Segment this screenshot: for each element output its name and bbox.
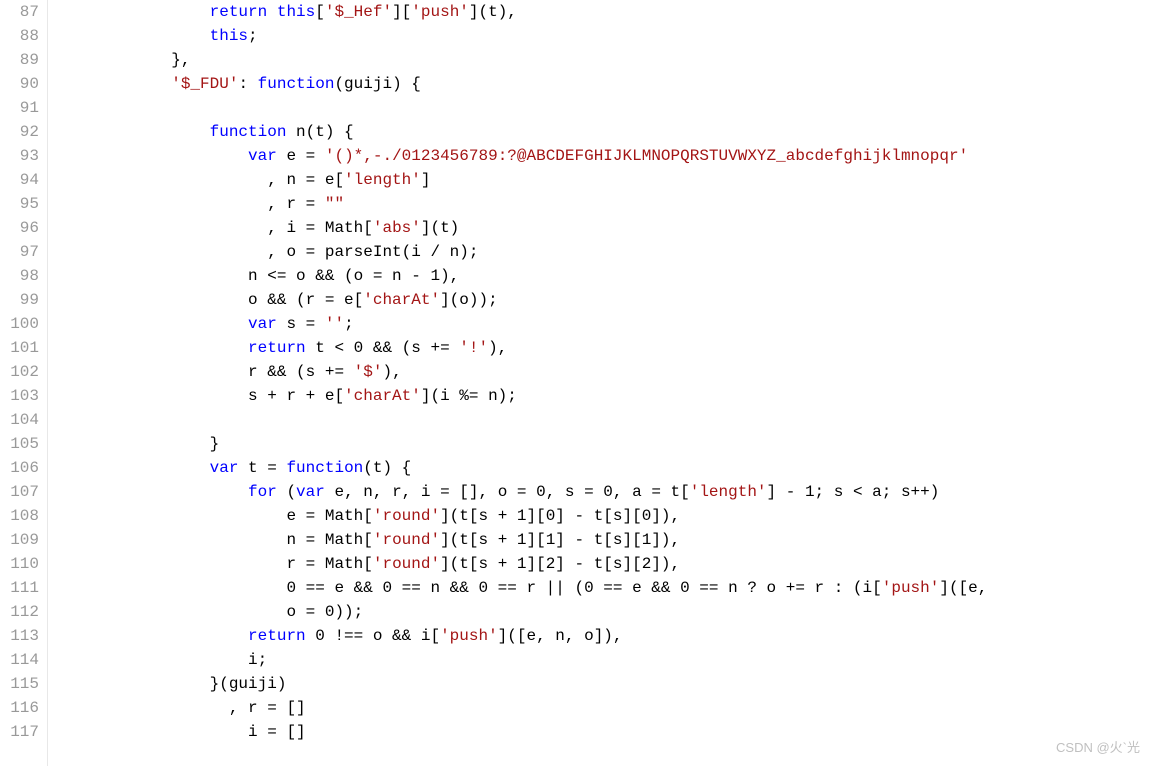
- code-line[interactable]: for (var e, n, r, i = [], o = 0, s = 0, …: [56, 480, 1158, 504]
- code-line[interactable]: this;: [56, 24, 1158, 48]
- code-line[interactable]: n <= o && (o = n - 1),: [56, 264, 1158, 288]
- code-line[interactable]: , r = "": [56, 192, 1158, 216]
- line-number: 98: [8, 264, 39, 288]
- line-number: 87: [8, 0, 39, 24]
- line-number: 112: [8, 600, 39, 624]
- line-number: 109: [8, 528, 39, 552]
- line-gutter: 8788899091929394959697989910010110210310…: [0, 0, 48, 766]
- code-line[interactable]: var t = function(t) {: [56, 456, 1158, 480]
- code-line[interactable]: '$_FDU': function(guiji) {: [56, 72, 1158, 96]
- line-number: 99: [8, 288, 39, 312]
- line-number: 116: [8, 696, 39, 720]
- line-number: 96: [8, 216, 39, 240]
- line-number: 108: [8, 504, 39, 528]
- line-number: 114: [8, 648, 39, 672]
- code-line[interactable]: r = Math['round'](t[s + 1][2] - t[s][2])…: [56, 552, 1158, 576]
- code-line[interactable]: }: [56, 432, 1158, 456]
- code-line[interactable]: [56, 408, 1158, 432]
- code-line[interactable]: i = []: [56, 720, 1158, 744]
- line-number: 107: [8, 480, 39, 504]
- line-number: 104: [8, 408, 39, 432]
- line-number: 111: [8, 576, 39, 600]
- code-line[interactable]: , o = parseInt(i / n);: [56, 240, 1158, 264]
- line-number: 103: [8, 384, 39, 408]
- code-line[interactable]: e = Math['round'](t[s + 1][0] - t[s][0])…: [56, 504, 1158, 528]
- code-area[interactable]: return this['$_Hef']['push'](t), this; }…: [48, 0, 1158, 766]
- line-number: 92: [8, 120, 39, 144]
- code-line[interactable]: o && (r = e['charAt'](o));: [56, 288, 1158, 312]
- code-line[interactable]: , r = []: [56, 696, 1158, 720]
- line-number: 95: [8, 192, 39, 216]
- line-number: 105: [8, 432, 39, 456]
- code-line[interactable]: i;: [56, 648, 1158, 672]
- code-line[interactable]: return t < 0 && (s += '!'),: [56, 336, 1158, 360]
- code-line[interactable]: [56, 96, 1158, 120]
- code-line[interactable]: }(guiji): [56, 672, 1158, 696]
- line-number: 106: [8, 456, 39, 480]
- code-line[interactable]: return this['$_Hef']['push'](t),: [56, 0, 1158, 24]
- line-number: 90: [8, 72, 39, 96]
- line-number: 93: [8, 144, 39, 168]
- code-line[interactable]: var e = '()*,-./0123456789:?@ABCDEFGHIJK…: [56, 144, 1158, 168]
- code-line[interactable]: , i = Math['abs'](t): [56, 216, 1158, 240]
- line-number: 91: [8, 96, 39, 120]
- line-number: 88: [8, 24, 39, 48]
- line-number: 94: [8, 168, 39, 192]
- line-number: 101: [8, 336, 39, 360]
- code-line[interactable]: r && (s += '$'),: [56, 360, 1158, 384]
- code-line[interactable]: s + r + e['charAt'](i %= n);: [56, 384, 1158, 408]
- line-number: 100: [8, 312, 39, 336]
- watermark: CSDN @火`光: [1056, 737, 1140, 756]
- code-line[interactable]: , n = e['length']: [56, 168, 1158, 192]
- code-line[interactable]: n = Math['round'](t[s + 1][1] - t[s][1])…: [56, 528, 1158, 552]
- code-line[interactable]: var s = '';: [56, 312, 1158, 336]
- line-number: 102: [8, 360, 39, 384]
- line-number: 110: [8, 552, 39, 576]
- line-number: 89: [8, 48, 39, 72]
- code-line[interactable]: 0 == e && 0 == n && 0 == r || (0 == e &&…: [56, 576, 1158, 600]
- code-line[interactable]: function n(t) {: [56, 120, 1158, 144]
- code-line[interactable]: return 0 !== o && i['push']([e, n, o]),: [56, 624, 1158, 648]
- code-line[interactable]: o = 0));: [56, 600, 1158, 624]
- line-number: 115: [8, 672, 39, 696]
- line-number: 113: [8, 624, 39, 648]
- line-number: 97: [8, 240, 39, 264]
- code-line[interactable]: },: [56, 48, 1158, 72]
- code-editor[interactable]: 8788899091929394959697989910010110210310…: [0, 0, 1158, 766]
- line-number: 117: [8, 720, 39, 744]
